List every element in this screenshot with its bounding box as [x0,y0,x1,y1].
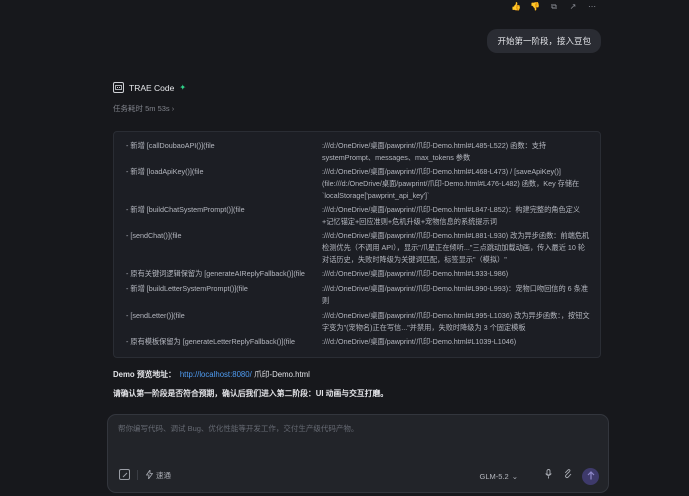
demo-file-name: 爪印-Demo.html [251,370,310,379]
task-elapsed[interactable]: 任务耗时 5m 53s › [113,103,174,114]
change-label: - 原有模板保留为 [generateLetterReplyFallback()… [126,337,295,346]
chevron-right-icon: › [171,104,175,113]
change-label: - 新增 [loadApiKey()](file [126,167,204,176]
demo-preview-line: Demo 预览地址： http://localhost:8080/ 爪印-Demo… [113,369,310,380]
arrow-up-icon [587,471,595,482]
agent-name: TRAE Code [129,82,175,93]
share-icon[interactable]: ↗ [568,2,578,12]
change-row: - 原有模板保留为 [generateLetterReplyFallback()… [126,336,590,351]
dislike-icon[interactable]: 👎 [530,2,540,12]
change-row: - 新增 [buildChatSystemPrompt()](file :///… [126,204,590,230]
fast-mode-button[interactable]: 速通 [145,468,171,481]
message-actions: 👍 👎 ⧉ ↗ ⋯ [511,2,597,12]
changes-summary-block: - 新增 [callDoubaoAPI()](file :///d:/OneDr… [113,131,601,358]
sparkle-icon: ✦ [179,83,187,92]
chat-composer: 速通 GLM-5.2 ⌄ [107,414,609,493]
change-detail: :///d:/OneDrive/桌面/pawprint/爪印-Demo.html… [322,167,580,200]
send-button[interactable] [582,468,599,485]
microphone-icon[interactable] [545,469,552,481]
change-label: - 原有关键词逻辑保留为 [generateAIReplyFallback()]… [126,269,305,278]
change-label: - 新增 [buildChatSystemPrompt()](file [126,205,245,214]
change-label: - [sendLetter()](file [126,311,185,320]
confirm-message: 请确认第一阶段是否符合预期，确认后我们进入第二阶段：UI 动画与交互打磨。 [113,389,389,398]
change-detail: :///d:/OneDrive/桌面/pawprint/爪印-Demo.html… [322,337,517,346]
change-label: - 新增 [buildLetterSystemPrompt()](file [126,284,248,293]
change-row: - 新增 [callDoubaoAPI()](file :///d:/OneDr… [126,140,590,166]
change-row: - [sendLetter()](file :///d:/OneDrive/桌面… [126,310,590,336]
attachment-icon[interactable] [564,469,572,481]
like-icon[interactable]: 👍 [511,2,521,12]
change-detail: :///d:/OneDrive/桌面/pawprint/爪印-Demo.html… [322,231,590,264]
change-row: - 新增 [loadApiKey()](file :///d:/OneDrive… [126,166,590,204]
change-row: - 新增 [buildLetterSystemPrompt()](file :/… [126,283,590,310]
change-detail: :///d:/OneDrive/桌面/pawprint/爪印-Demo.html… [322,269,509,278]
divider [137,470,138,480]
change-detail: :///d:/OneDrive/桌面/pawprint/爪印-Demo.html… [322,284,589,305]
model-selector[interactable]: GLM-5.2 ⌄ [480,472,518,481]
fast-mode-label: 速通 [156,471,171,480]
change-row: - [sendChat()](file :///d:/OneDrive/桌面/p… [126,230,590,268]
more-icon[interactable]: ⋯ [587,2,597,12]
change-detail: :///d:/OneDrive/桌面/pawprint/爪印-Demo.html… [322,141,547,162]
demo-label: Demo 预览地址： [113,370,176,379]
change-label: - [sendChat()](file [126,231,182,240]
context-toggle-icon[interactable] [119,469,130,480]
model-name: GLM-5.2 [479,472,509,481]
elapsed-text: 任务耗时 5m 53s [113,104,170,113]
trae-logo-icon [113,82,124,93]
agent-header: TRAE Code ✦ [113,82,186,93]
user-message: 开始第一阶段，接入豆包 [487,29,601,53]
chevron-down-icon: ⌄ [511,472,518,481]
change-row: - 原有关键词逻辑保留为 [generateAIReplyFallback()]… [126,268,590,283]
change-detail: :///d:/OneDrive/桌面/pawprint/爪印-Demo.html… [322,311,590,332]
change-detail: :///d:/OneDrive/桌面/pawprint/爪印-Demo.html… [322,205,581,226]
chat-input[interactable] [118,424,598,433]
change-label: - 新增 [callDoubaoAPI()](file [126,141,215,150]
bolt-icon [145,468,154,481]
demo-url-link[interactable]: http://localhost:8080/ [180,370,252,379]
copy-icon[interactable]: ⧉ [549,2,559,12]
